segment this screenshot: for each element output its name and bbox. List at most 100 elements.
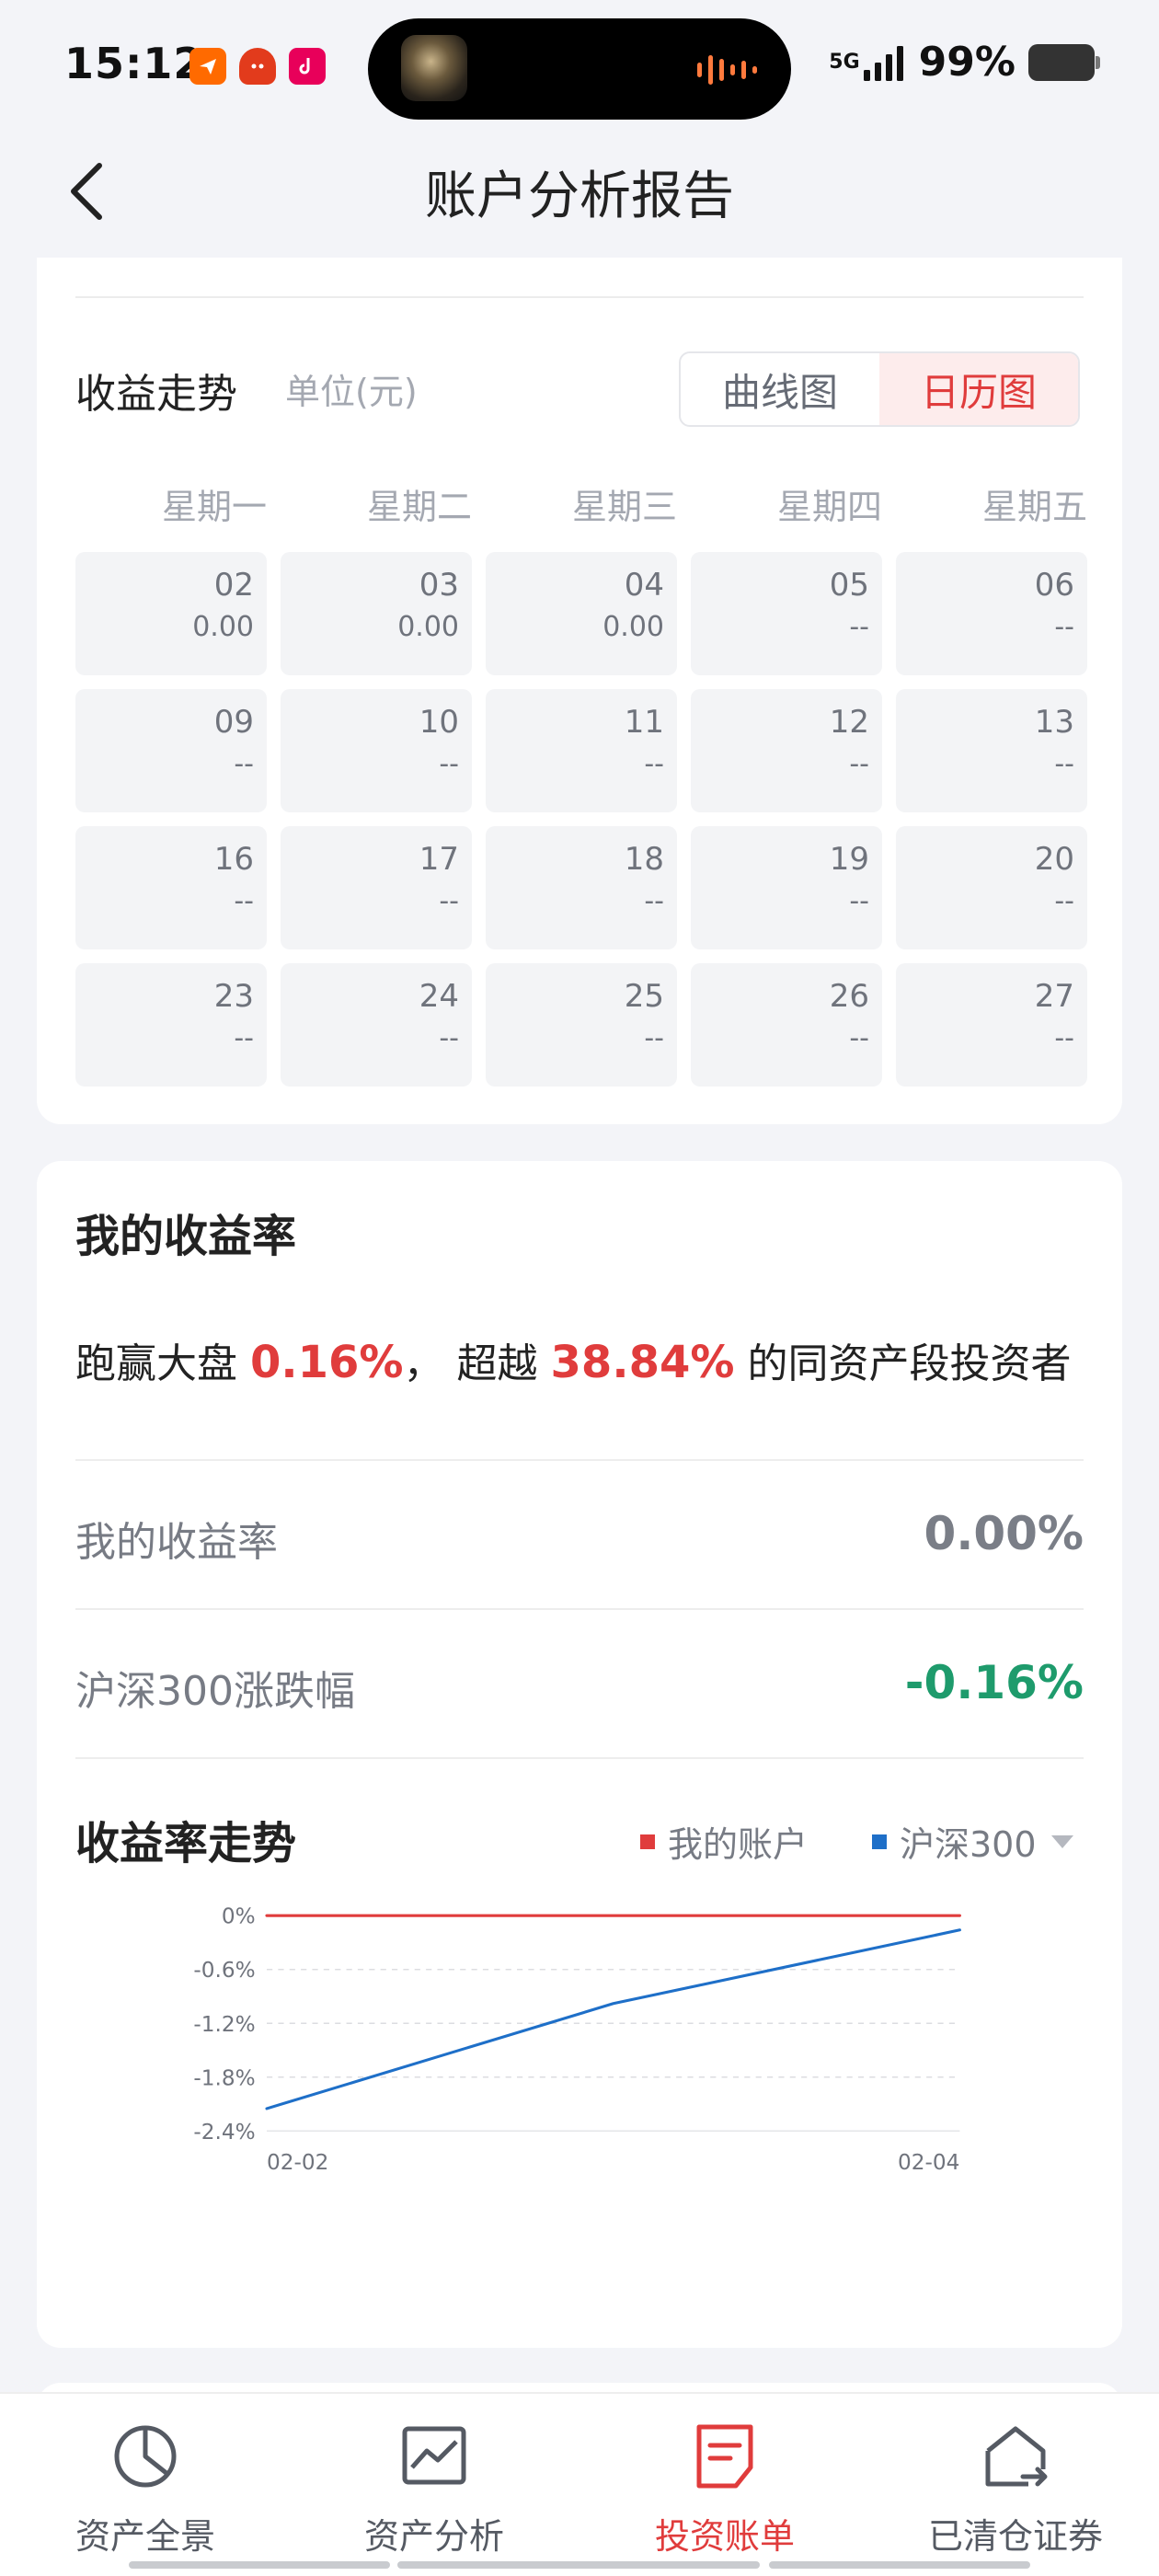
earnings-trend-card: 收益走势 单位(元) 曲线图 日历图 星期一 星期二 星期三 星期四 星期五 0… bbox=[37, 258, 1122, 1124]
legend-label: 我的账户 bbox=[668, 1824, 809, 1865]
x-tick-label: 02-04 bbox=[898, 2150, 959, 2175]
tab-label: 已清仓证券 bbox=[927, 2516, 1103, 2557]
calendar-day: 16 bbox=[213, 841, 254, 878]
calendar-value: -- bbox=[1054, 885, 1074, 917]
calendar-day-cell[interactable]: 11 -- bbox=[486, 689, 677, 812]
calendar-day-cell[interactable]: 05 -- bbox=[691, 552, 882, 675]
tab-investment-bill[interactable]: 投资账单 bbox=[614, 2421, 835, 2559]
weekday-label: 星期二 bbox=[366, 487, 472, 527]
calendar-value: 0.00 bbox=[192, 611, 254, 643]
x-tick-label: 02-02 bbox=[267, 2150, 328, 2175]
calendar-day: 12 bbox=[829, 704, 869, 741]
return-trend-chart: 0% -0.6% -1.2% -1.8% -2.4% 02-02 02-04 bbox=[193, 1904, 961, 2175]
calendar-value: -- bbox=[1054, 748, 1074, 780]
calendar-day-cell[interactable]: 27 -- bbox=[896, 963, 1087, 1087]
calendar-day-cell[interactable]: 19 -- bbox=[691, 826, 882, 949]
calendar-value: -- bbox=[849, 885, 869, 917]
y-tick-label: -2.4% bbox=[193, 2120, 255, 2145]
taobao-icon bbox=[239, 48, 276, 85]
calendar-day-cell[interactable]: 17 -- bbox=[281, 826, 472, 949]
calendar-day: 18 bbox=[624, 841, 664, 878]
audio-wave-icon bbox=[697, 55, 757, 85]
percentile-value: 38.84% bbox=[550, 1337, 735, 1388]
weekday-label: 星期一 bbox=[161, 487, 267, 527]
return-summary: 跑赢大盘 0.16%， 超越 38.84% 的同资产段投资者 bbox=[75, 1330, 1071, 1389]
calendar-day-cell[interactable]: 20 -- bbox=[896, 826, 1087, 949]
divider bbox=[75, 1757, 1084, 1759]
page-title: 账户分析报告 bbox=[425, 167, 734, 226]
calendar-day-cell[interactable]: 13 -- bbox=[896, 689, 1087, 812]
calendar-day-cell[interactable]: 24 -- bbox=[281, 963, 472, 1087]
my-return-label: 我的收益率 bbox=[75, 1519, 278, 1566]
calendar-day-cell[interactable]: 10 -- bbox=[281, 689, 472, 812]
calendar-value: -- bbox=[1054, 611, 1074, 643]
bill-document-icon bbox=[696, 2424, 753, 2489]
calendar-day: 13 bbox=[1034, 704, 1074, 741]
calendar-day-cell[interactable]: 03 0.00 bbox=[281, 552, 472, 675]
calendar-day: 11 bbox=[624, 704, 664, 741]
weekday-label: 星期五 bbox=[981, 487, 1087, 527]
calendar-day-cell[interactable]: 26 -- bbox=[691, 963, 882, 1087]
calendar-value: -- bbox=[644, 885, 664, 917]
y-tick-label: -0.6% bbox=[193, 1958, 255, 1983]
my-return-value: 0.00% bbox=[924, 1507, 1084, 1560]
my-return-title: 我的收益率 bbox=[75, 1211, 297, 1262]
tab-label: 资产分析 bbox=[363, 2516, 504, 2557]
calendar-day-cell[interactable]: 02 0.00 bbox=[75, 552, 267, 675]
calendar-day: 23 bbox=[213, 978, 254, 1015]
battery-icon bbox=[1028, 43, 1100, 81]
legend-my-account: 我的账户 bbox=[640, 1816, 808, 1867]
calendar-day: 27 bbox=[1034, 978, 1074, 1015]
battery-percent: 99% bbox=[918, 39, 1016, 86]
calendar-grid: 02 0.00 03 0.00 04 0.00 05 -- 06 -- 09 -- 10 --… bbox=[75, 552, 1087, 1087]
calendar-day: 20 bbox=[1034, 841, 1074, 878]
tab-cleared-securities[interactable]: 已清仓证券 bbox=[905, 2421, 1126, 2559]
calendar-value: 0.00 bbox=[602, 611, 664, 643]
home-indicator bbox=[129, 2561, 390, 2569]
earnings-trend-title: 收益走势 bbox=[75, 371, 237, 418]
network-label: 5G bbox=[829, 50, 860, 74]
legend-label: 沪深300 bbox=[900, 1824, 1037, 1865]
calendar-day-cell[interactable]: 09 -- bbox=[75, 689, 267, 812]
calendar-value: -- bbox=[849, 748, 869, 780]
calendar-day-cell[interactable]: 16 -- bbox=[75, 826, 267, 949]
tab-label: 资产全景 bbox=[75, 2516, 215, 2557]
pie-chart-icon bbox=[114, 2425, 177, 2488]
tab-asset-analysis[interactable]: 资产分析 bbox=[324, 2421, 545, 2559]
summary-prefix: 跑赢大盘 bbox=[75, 1340, 237, 1387]
calendar-value: -- bbox=[644, 1022, 664, 1054]
calendar-value: -- bbox=[439, 748, 459, 780]
status-right: 5G 99% bbox=[829, 39, 1100, 86]
tab-asset-overview[interactable]: 资产全景 bbox=[35, 2421, 256, 2559]
dynamic-island[interactable] bbox=[368, 18, 791, 120]
calendar-day-cell[interactable]: 06 -- bbox=[896, 552, 1087, 675]
calendar-day-cell[interactable]: 12 -- bbox=[691, 689, 882, 812]
csi300-row: 沪深300涨跌幅 -0.16% bbox=[75, 1608, 1084, 1755]
series-line-1 bbox=[265, 1928, 961, 2110]
benchmark-dropdown[interactable]: 沪深300 bbox=[872, 1816, 1075, 1867]
calendar-value: -- bbox=[1054, 1022, 1074, 1054]
legend-marker bbox=[640, 1834, 655, 1849]
calendar-day: 10 bbox=[419, 704, 459, 741]
tab-curve-chart[interactable]: 曲线图 bbox=[681, 353, 879, 425]
calendar-day-cell[interactable]: 25 -- bbox=[486, 963, 677, 1087]
now-playing-thumbnail bbox=[401, 35, 467, 101]
calendar-value: -- bbox=[439, 885, 459, 917]
calendar-value: -- bbox=[234, 748, 254, 780]
calendar-day-cell[interactable]: 18 -- bbox=[486, 826, 677, 949]
csi300-value: -0.16% bbox=[904, 1656, 1084, 1709]
home-indicator bbox=[397, 2561, 760, 2569]
calendar-day: 03 bbox=[419, 567, 459, 604]
nav-header: 账户分析报告 bbox=[0, 138, 1159, 248]
calendar-day-cell[interactable]: 04 0.00 bbox=[486, 552, 677, 675]
line-chart-icon bbox=[402, 2426, 466, 2485]
weekday-label: 星期三 bbox=[571, 487, 677, 527]
y-tick-label: 0% bbox=[222, 1904, 256, 1929]
bottom-tab-bar: 资产全景 资产分析 投资账单 已清仓证券 bbox=[0, 2392, 1159, 2576]
calendar-value: -- bbox=[849, 611, 869, 643]
csi300-label: 沪深300涨跌幅 bbox=[75, 1668, 355, 1715]
calendar-day: 24 bbox=[419, 978, 459, 1015]
triangle-down-icon bbox=[1050, 1834, 1073, 1848]
calendar-day-cell[interactable]: 23 -- bbox=[75, 963, 267, 1087]
tab-calendar-chart[interactable]: 日历图 bbox=[879, 353, 1078, 425]
